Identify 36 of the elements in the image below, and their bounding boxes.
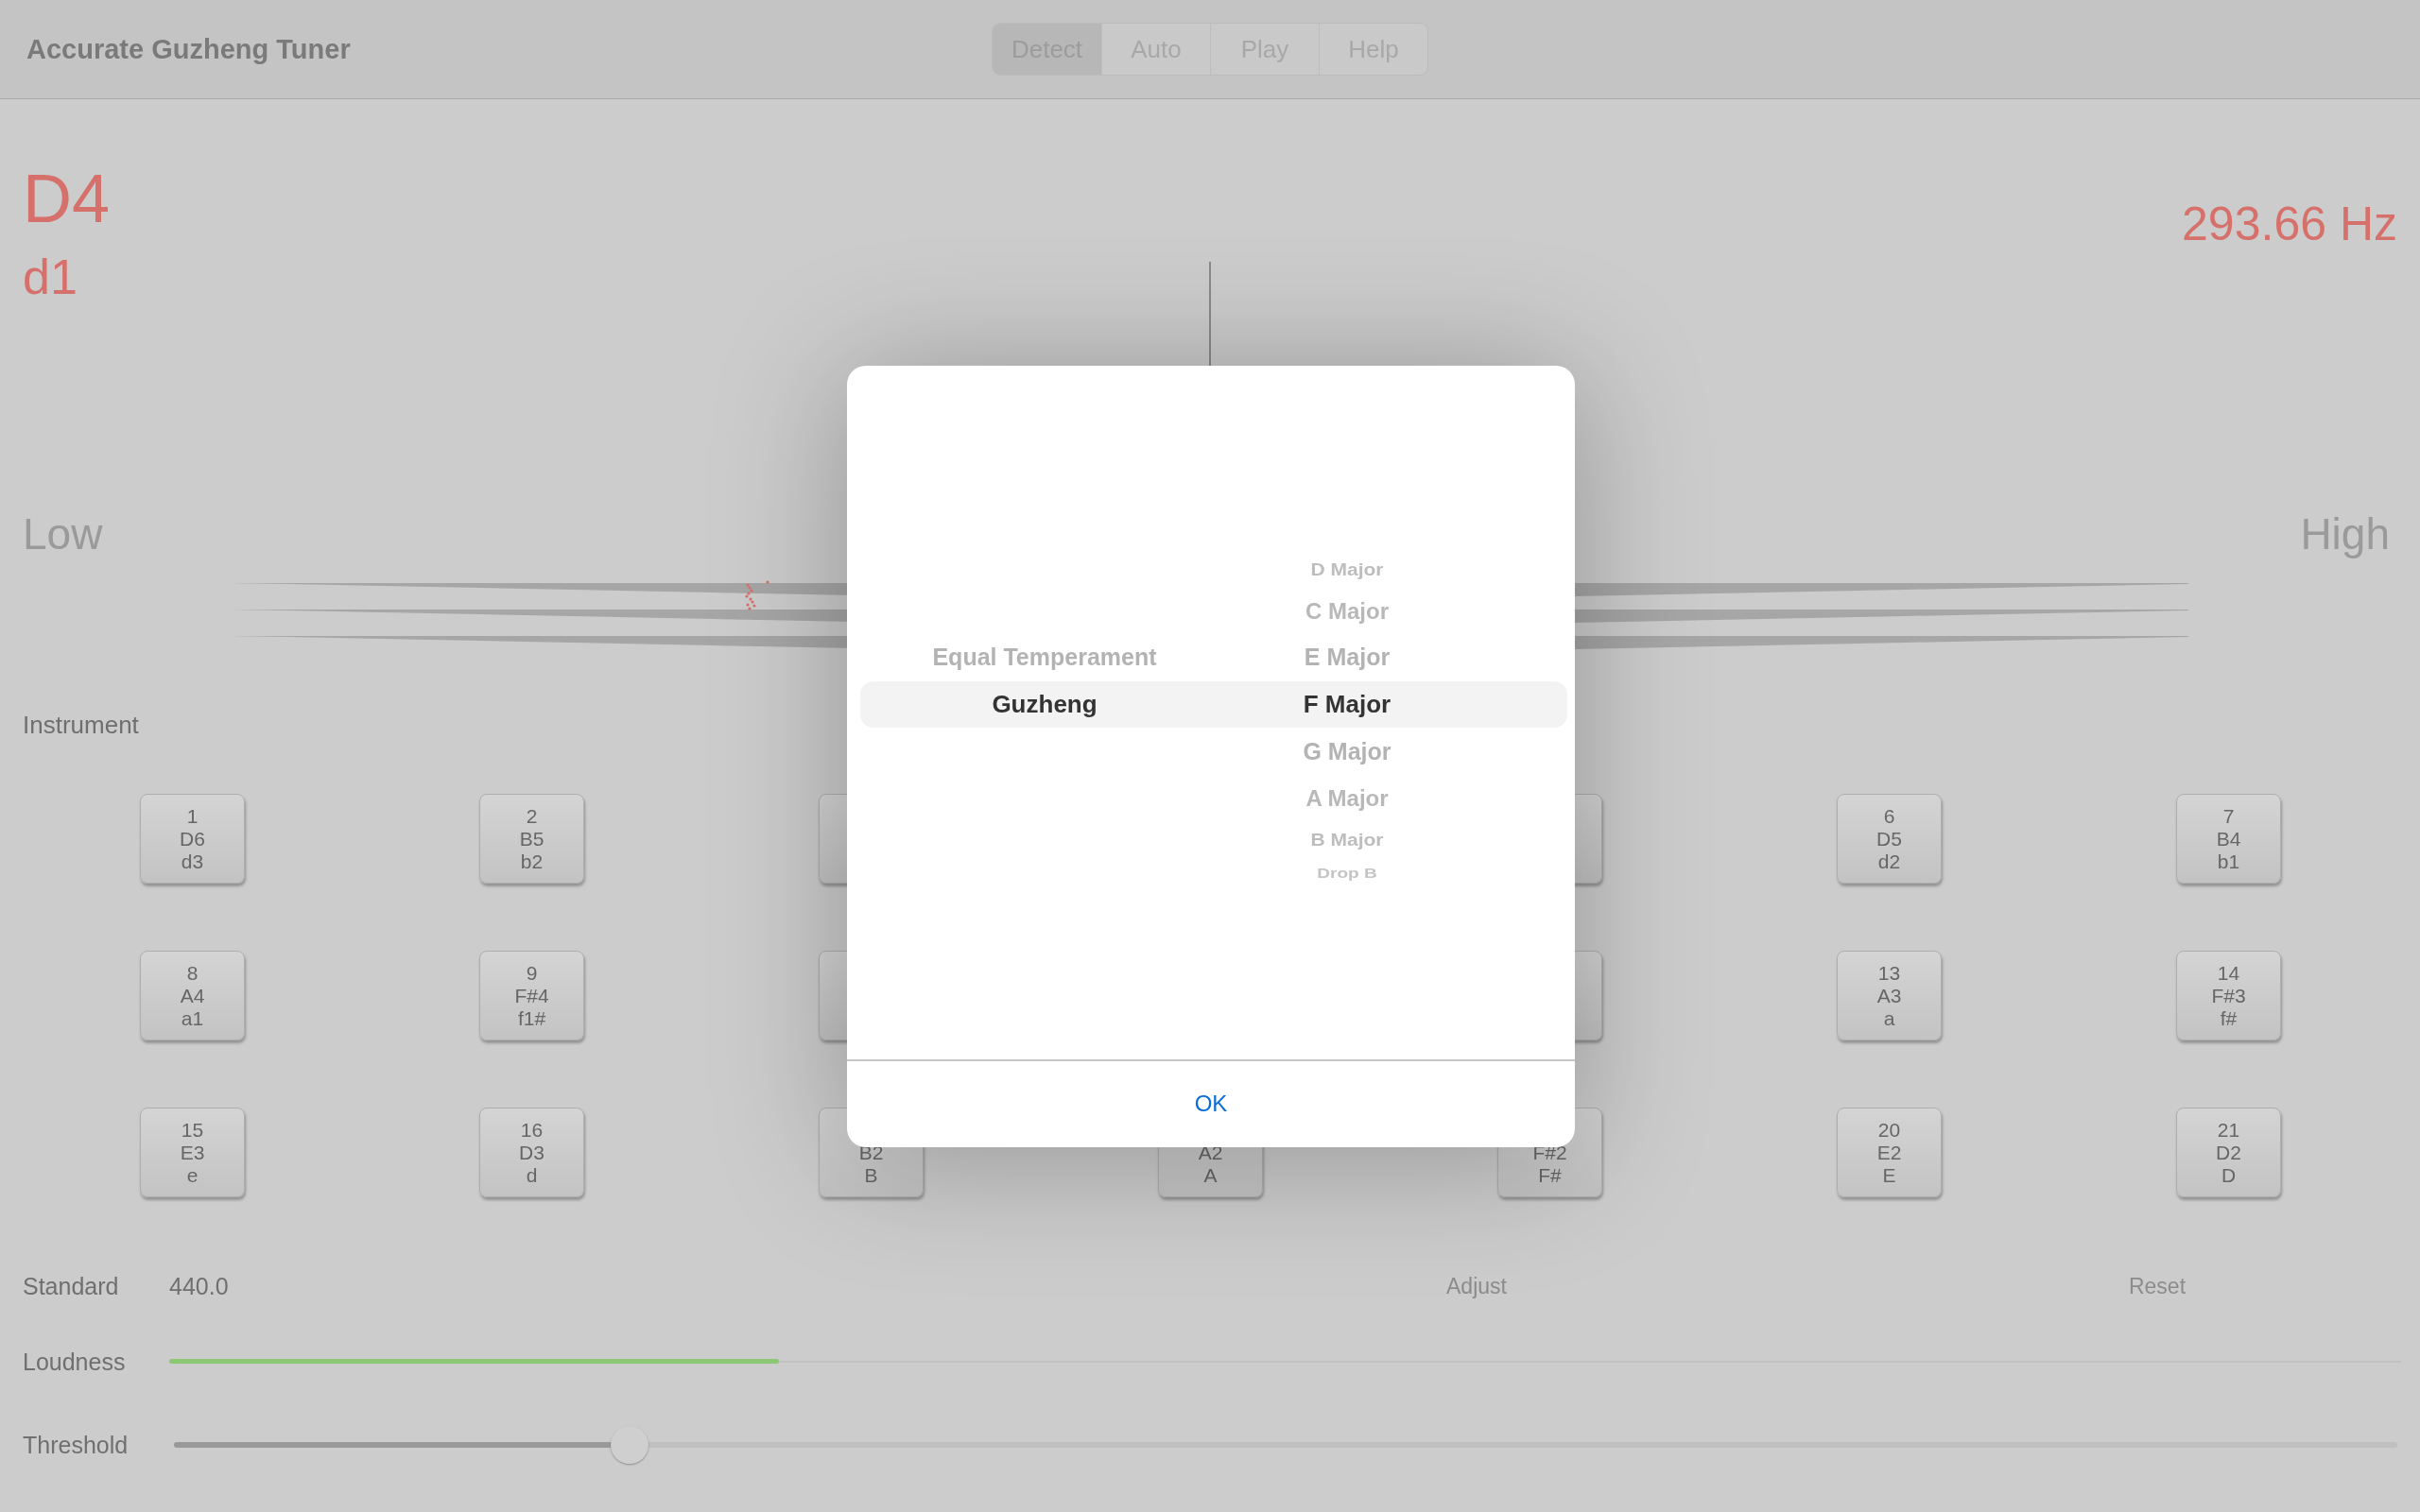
string-key[interactable]: 16 D3 d (479, 1108, 584, 1197)
string-key[interactable]: 14 F#3 f# (2176, 951, 2281, 1040)
standard-label: Standard (23, 1272, 120, 1300)
string-key[interactable]: 13 A3 a (1837, 951, 1942, 1040)
string-key[interactable]: 1 D6 d3 (140, 794, 245, 884)
threshold-slider[interactable] (174, 1424, 2397, 1466)
string-key[interactable]: 2 B5 b2 (479, 794, 584, 884)
instrument-label: Instrument (23, 711, 139, 739)
adjust-button[interactable]: Adjust (1382, 1267, 1571, 1305)
frequency-reading: 293.66 Hz (2182, 197, 2397, 252)
picker-option[interactable]: B Major (1310, 822, 1384, 857)
picker-option[interactable]: C Major (1305, 588, 1389, 634)
pitch-trace (745, 580, 769, 610)
reset-button[interactable]: Reset (2063, 1267, 2252, 1305)
picker-option[interactable]: A Major (1305, 775, 1389, 821)
threshold-label: Threshold (23, 1431, 130, 1459)
string-key[interactable]: 9 F#4 f1# (479, 951, 584, 1040)
solfege-name: d1 (23, 249, 78, 305)
picker-option[interactable]: G Major (1303, 728, 1392, 776)
app-title: Accurate Guzheng Tuner (26, 33, 352, 65)
string-key[interactable]: 6 D5 d2 (1837, 794, 1942, 884)
string-key[interactable]: 7 B4 b1 (2176, 794, 2281, 884)
string-key[interactable]: 20 E2 E (1837, 1108, 1942, 1197)
string-key[interactable]: 8 A4 a1 (140, 951, 245, 1040)
string-key[interactable]: 15 E3 e (140, 1108, 245, 1197)
slider-thumb[interactable] (611, 1426, 649, 1464)
picker-option[interactable]: Guzheng (992, 680, 1098, 729)
standard-value: 440.0 (169, 1272, 230, 1300)
loudness-label: Loudness (23, 1348, 127, 1376)
string-key[interactable]: 21 D2 D (2176, 1108, 2281, 1197)
picker-option[interactable]: Drop B (1317, 862, 1377, 884)
note-name: D4 (23, 161, 112, 236)
picker-option[interactable]: F Major (1303, 680, 1392, 729)
picker-option[interactable]: E Major (1304, 633, 1391, 681)
picker-option[interactable]: D Major (1310, 552, 1384, 587)
picker-option[interactable]: Equal Temperament (932, 633, 1157, 681)
